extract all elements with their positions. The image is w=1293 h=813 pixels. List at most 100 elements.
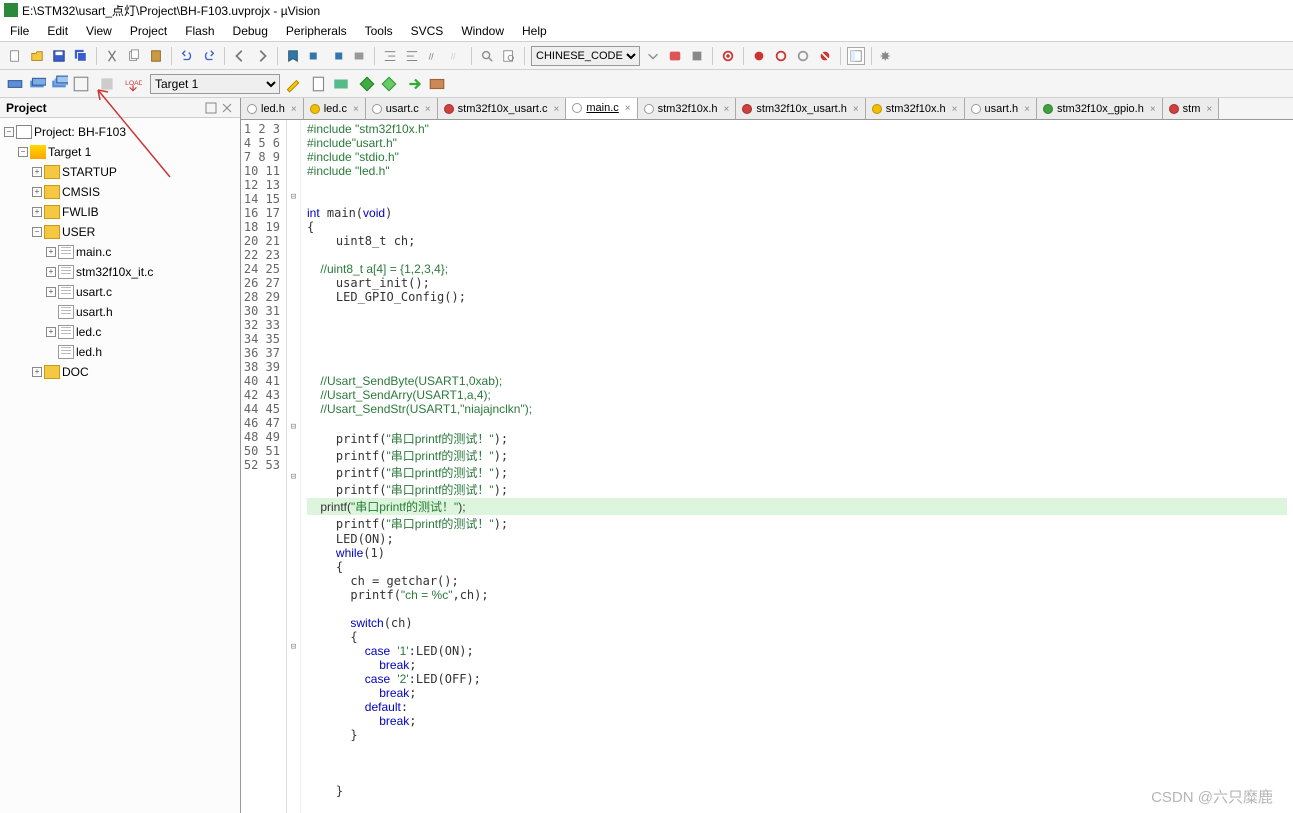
tab-close-icon[interactable]: × — [1024, 104, 1030, 115]
tab-stm32f10x-h[interactable]: stm32f10x.h× — [866, 98, 965, 120]
bookmark-toggle-button[interactable] — [284, 47, 302, 65]
tab-led-h[interactable]: led.h× — [241, 98, 304, 120]
bookmark-prev-button[interactable] — [306, 47, 324, 65]
tree-file-stm32it[interactable]: +stm32f10x_it.c — [4, 262, 236, 282]
tab-close-icon[interactable]: × — [853, 104, 859, 115]
debug-start-button[interactable] — [719, 47, 737, 65]
tab-stm32f10x_gpio-h[interactable]: stm32f10x_gpio.h× — [1037, 98, 1163, 120]
copy-button[interactable] — [125, 47, 143, 65]
build-button[interactable] — [28, 75, 46, 93]
tree-folder-cmsis[interactable]: +CMSIS — [4, 182, 236, 202]
editor-area: led.h×led.c×usart.c×stm32f10x_usart.c×ma… — [241, 98, 1293, 813]
menu-svcs[interactable]: SVCS — [411, 24, 444, 38]
pack-installer-button[interactable] — [428, 75, 446, 93]
bookmark-clear-button[interactable] — [350, 47, 368, 65]
indent-button[interactable] — [381, 47, 399, 65]
tab-close-icon[interactable]: × — [724, 104, 730, 115]
tree-file-ledh[interactable]: led.h — [4, 342, 236, 362]
breakpoint-insert-button[interactable] — [750, 47, 768, 65]
menu-tools[interactable]: Tools — [365, 24, 393, 38]
target-select[interactable]: Target 1 — [150, 74, 280, 94]
tab-close-icon[interactable]: × — [291, 104, 297, 115]
tab-usart-h[interactable]: usart.h× — [965, 98, 1037, 120]
tree-folder-fwlib[interactable]: +FWLIB — [4, 202, 236, 222]
tab-stm32f10x_usart-c[interactable]: stm32f10x_usart.c× — [438, 98, 567, 120]
tree-folder-startup[interactable]: +STARTUP — [4, 162, 236, 182]
undo-button[interactable] — [178, 47, 196, 65]
menu-view[interactable]: View — [86, 24, 112, 38]
save-all-button[interactable] — [72, 47, 90, 65]
tab-close-icon[interactable]: × — [425, 104, 431, 115]
file-ext-button[interactable] — [310, 75, 328, 93]
tab-stm32f10x_usart-h[interactable]: stm32f10x_usart.h× — [736, 98, 865, 120]
tab-close-icon[interactable]: × — [952, 104, 958, 115]
menu-help[interactable]: Help — [522, 24, 547, 38]
tree-file-usartc[interactable]: +usart.c — [4, 282, 236, 302]
tab-status-icon — [1169, 104, 1179, 114]
paste-button[interactable] — [147, 47, 165, 65]
translate-button[interactable] — [6, 75, 24, 93]
project-tree[interactable]: −Project: BH-F103 −Target 1 +STARTUP +CM… — [0, 118, 240, 813]
define-dropdown-icon[interactable] — [644, 47, 662, 65]
tab-status-icon — [1043, 104, 1053, 114]
menu-flash[interactable]: Flash — [185, 24, 214, 38]
menu-file[interactable]: File — [10, 24, 29, 38]
tab-close-icon[interactable]: × — [554, 104, 560, 115]
menu-peripherals[interactable]: Peripherals — [286, 24, 347, 38]
new-file-button[interactable] — [6, 47, 24, 65]
options-target-button[interactable] — [284, 75, 302, 93]
tab-main-c[interactable]: main.c× — [566, 98, 637, 120]
tree-target[interactable]: −Target 1 — [4, 142, 236, 162]
find-icon[interactable] — [478, 47, 496, 65]
uncomment-button[interactable]: // — [447, 47, 465, 65]
batch-build-button[interactable] — [72, 75, 90, 93]
green-arrow-icon[interactable] — [406, 75, 424, 93]
tab-close-icon[interactable]: × — [1150, 104, 1156, 115]
code-content[interactable]: #include "stm32f10x.h" #include"usart.h"… — [301, 120, 1293, 813]
window-layout-button[interactable] — [847, 47, 865, 65]
tab-close-icon[interactable]: × — [1206, 104, 1212, 115]
panel-close-icon[interactable] — [220, 101, 234, 115]
nav-back-button[interactable] — [231, 47, 249, 65]
define-combo[interactable]: CHINESE_CODE — [531, 46, 640, 66]
tree-file-main[interactable]: +main.c — [4, 242, 236, 262]
comment-button[interactable]: // — [425, 47, 443, 65]
tab-close-icon[interactable]: × — [625, 103, 631, 114]
tree-file-ledc[interactable]: +led.c — [4, 322, 236, 342]
menu-project[interactable]: Project — [130, 24, 167, 38]
breakpoint-kill-button[interactable] — [816, 47, 834, 65]
save-button[interactable] — [50, 47, 68, 65]
open-button[interactable] — [28, 47, 46, 65]
menu-edit[interactable]: Edit — [47, 24, 68, 38]
fold-column[interactable]: ⊟ ⊟ ⊟ ⊟ — [287, 120, 301, 813]
menu-window[interactable]: Window — [461, 24, 504, 38]
tree-folder-doc[interactable]: +DOC — [4, 362, 236, 382]
inc-search-button[interactable] — [666, 47, 684, 65]
tree-project-root[interactable]: −Project: BH-F103 — [4, 122, 236, 142]
tree-file-usarth[interactable]: usart.h — [4, 302, 236, 322]
panel-pin-icon[interactable] — [204, 101, 218, 115]
breakpoint-enable-button[interactable] — [772, 47, 790, 65]
stop-build-button[interactable] — [98, 75, 116, 93]
configure-button[interactable] — [878, 47, 896, 65]
outdent-button[interactable] — [403, 47, 421, 65]
manage-env-button[interactable] — [332, 75, 350, 93]
find-in-files-icon[interactable] — [500, 47, 518, 65]
menu-debug[interactable]: Debug — [233, 24, 268, 38]
cut-button[interactable] — [103, 47, 121, 65]
debug-info-button[interactable] — [688, 47, 706, 65]
tab-usart-c[interactable]: usart.c× — [366, 98, 438, 120]
tab-led-c[interactable]: led.c× — [304, 98, 366, 120]
tab-stm[interactable]: stm× — [1163, 98, 1220, 120]
tree-folder-user[interactable]: −USER — [4, 222, 236, 242]
nav-forward-button[interactable] — [253, 47, 271, 65]
green-diamond-2-icon[interactable] — [380, 75, 398, 93]
tab-stm32f10x-h[interactable]: stm32f10x.h× — [638, 98, 737, 120]
bookmark-next-button[interactable] — [328, 47, 346, 65]
green-diamond-1-icon[interactable] — [358, 75, 376, 93]
breakpoint-disable-button[interactable] — [794, 47, 812, 65]
rebuild-button[interactable] — [50, 75, 68, 93]
tab-close-icon[interactable]: × — [353, 104, 359, 115]
redo-button[interactable] — [200, 47, 218, 65]
download-button[interactable]: LOAD — [124, 75, 142, 93]
